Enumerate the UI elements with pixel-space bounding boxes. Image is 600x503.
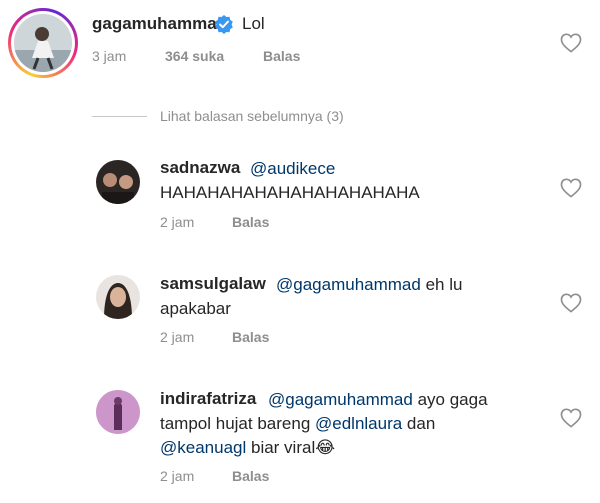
view-previous-replies-link[interactable]: Lihat balasan sebelumnya (3) xyxy=(160,108,344,124)
reply-mention[interactable]: @keanuagl xyxy=(160,438,246,457)
avatar-photo-icon xyxy=(96,160,140,204)
avatar[interactable] xyxy=(96,390,140,434)
comment-text: Lol xyxy=(242,14,265,33)
reply-mention[interactable]: @gagamuhammad xyxy=(268,390,413,409)
reply-mention[interactable]: @gagamuhammad xyxy=(276,275,421,294)
verified-badge-icon xyxy=(215,15,233,34)
like-heart-icon[interactable] xyxy=(560,408,582,428)
comment-time: 3 jam xyxy=(92,48,127,64)
reply-time: 2 jam xyxy=(160,329,195,345)
avatar-story-ring[interactable] xyxy=(8,8,78,78)
reply-text-line2: apakabar xyxy=(160,299,231,318)
reply-button[interactable]: Balas xyxy=(263,48,300,64)
reply-time: 2 jam xyxy=(160,214,195,230)
laughing-emoji-icon: 😂 xyxy=(315,438,336,457)
comment-username[interactable]: gagamuhammad xyxy=(92,14,227,34)
avatar xyxy=(14,14,72,72)
reply-username[interactable]: indirafatriza xyxy=(160,389,256,409)
comment-likes[interactable]: 364 suka xyxy=(165,48,224,64)
avatar-photo-icon xyxy=(14,14,72,72)
reply-username[interactable]: samsulgalaw xyxy=(160,274,266,294)
reply-text-line1: @gagamuhammad ayo gaga xyxy=(268,390,488,409)
like-heart-icon[interactable] xyxy=(560,178,582,198)
reply-mention[interactable]: @edlnlaura xyxy=(315,414,402,433)
like-heart-icon[interactable] xyxy=(560,33,582,53)
reply-username[interactable]: sadnazwa xyxy=(160,158,240,178)
reply-button[interactable]: Balas xyxy=(232,329,269,345)
avatar[interactable] xyxy=(96,275,140,319)
reply-text: HAHAHAHAHAHAHAHAHAHAHA xyxy=(160,183,420,202)
avatar[interactable] xyxy=(96,160,140,204)
reply-time: 2 jam xyxy=(160,468,195,484)
avatar-photo-icon xyxy=(96,275,140,319)
avatar-photo-icon xyxy=(96,390,140,434)
replies-divider xyxy=(92,116,147,117)
reply-text-line1: @gagamuhammad eh lu xyxy=(276,275,463,294)
reply-mention[interactable]: @audikece xyxy=(250,157,335,180)
reply-text-line3: @keanuagl biar viral😂 xyxy=(160,438,336,457)
reply-button[interactable]: Balas xyxy=(232,214,269,230)
like-heart-icon[interactable] xyxy=(560,293,582,313)
reply-button[interactable]: Balas xyxy=(232,468,269,484)
reply-text-line2: tampol hujat bareng @edlnlaura dan xyxy=(160,414,436,433)
